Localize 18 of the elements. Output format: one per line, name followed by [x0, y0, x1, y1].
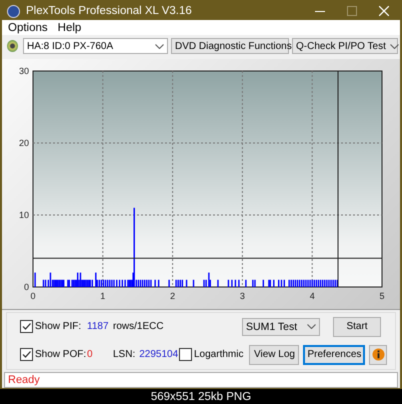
axis-label: 5	[380, 290, 384, 301]
pif-value: 1187	[87, 321, 110, 332]
axis-label: 30	[18, 66, 29, 76]
axis-label: 1	[100, 290, 106, 301]
axis-label: 2	[170, 290, 176, 301]
axis-label: 20	[18, 138, 29, 148]
image-caption: 569x551 25kb PNG	[150, 390, 252, 404]
status-text: Ready	[7, 374, 40, 386]
pof-value: 0	[87, 349, 94, 360]
lsn-label: LSN:	[113, 349, 136, 360]
axis-label: 10	[18, 210, 29, 220]
unit-label: rows/1ECC	[113, 321, 165, 332]
window-title: PlexTools Professional XL V3.16	[26, 5, 193, 17]
axis-label: 3	[240, 290, 245, 301]
lsn-value: 2295104	[139, 349, 178, 360]
axis-label: 0	[30, 290, 36, 301]
axis-label: 0	[24, 282, 29, 292]
axis-label: 4	[310, 290, 315, 301]
